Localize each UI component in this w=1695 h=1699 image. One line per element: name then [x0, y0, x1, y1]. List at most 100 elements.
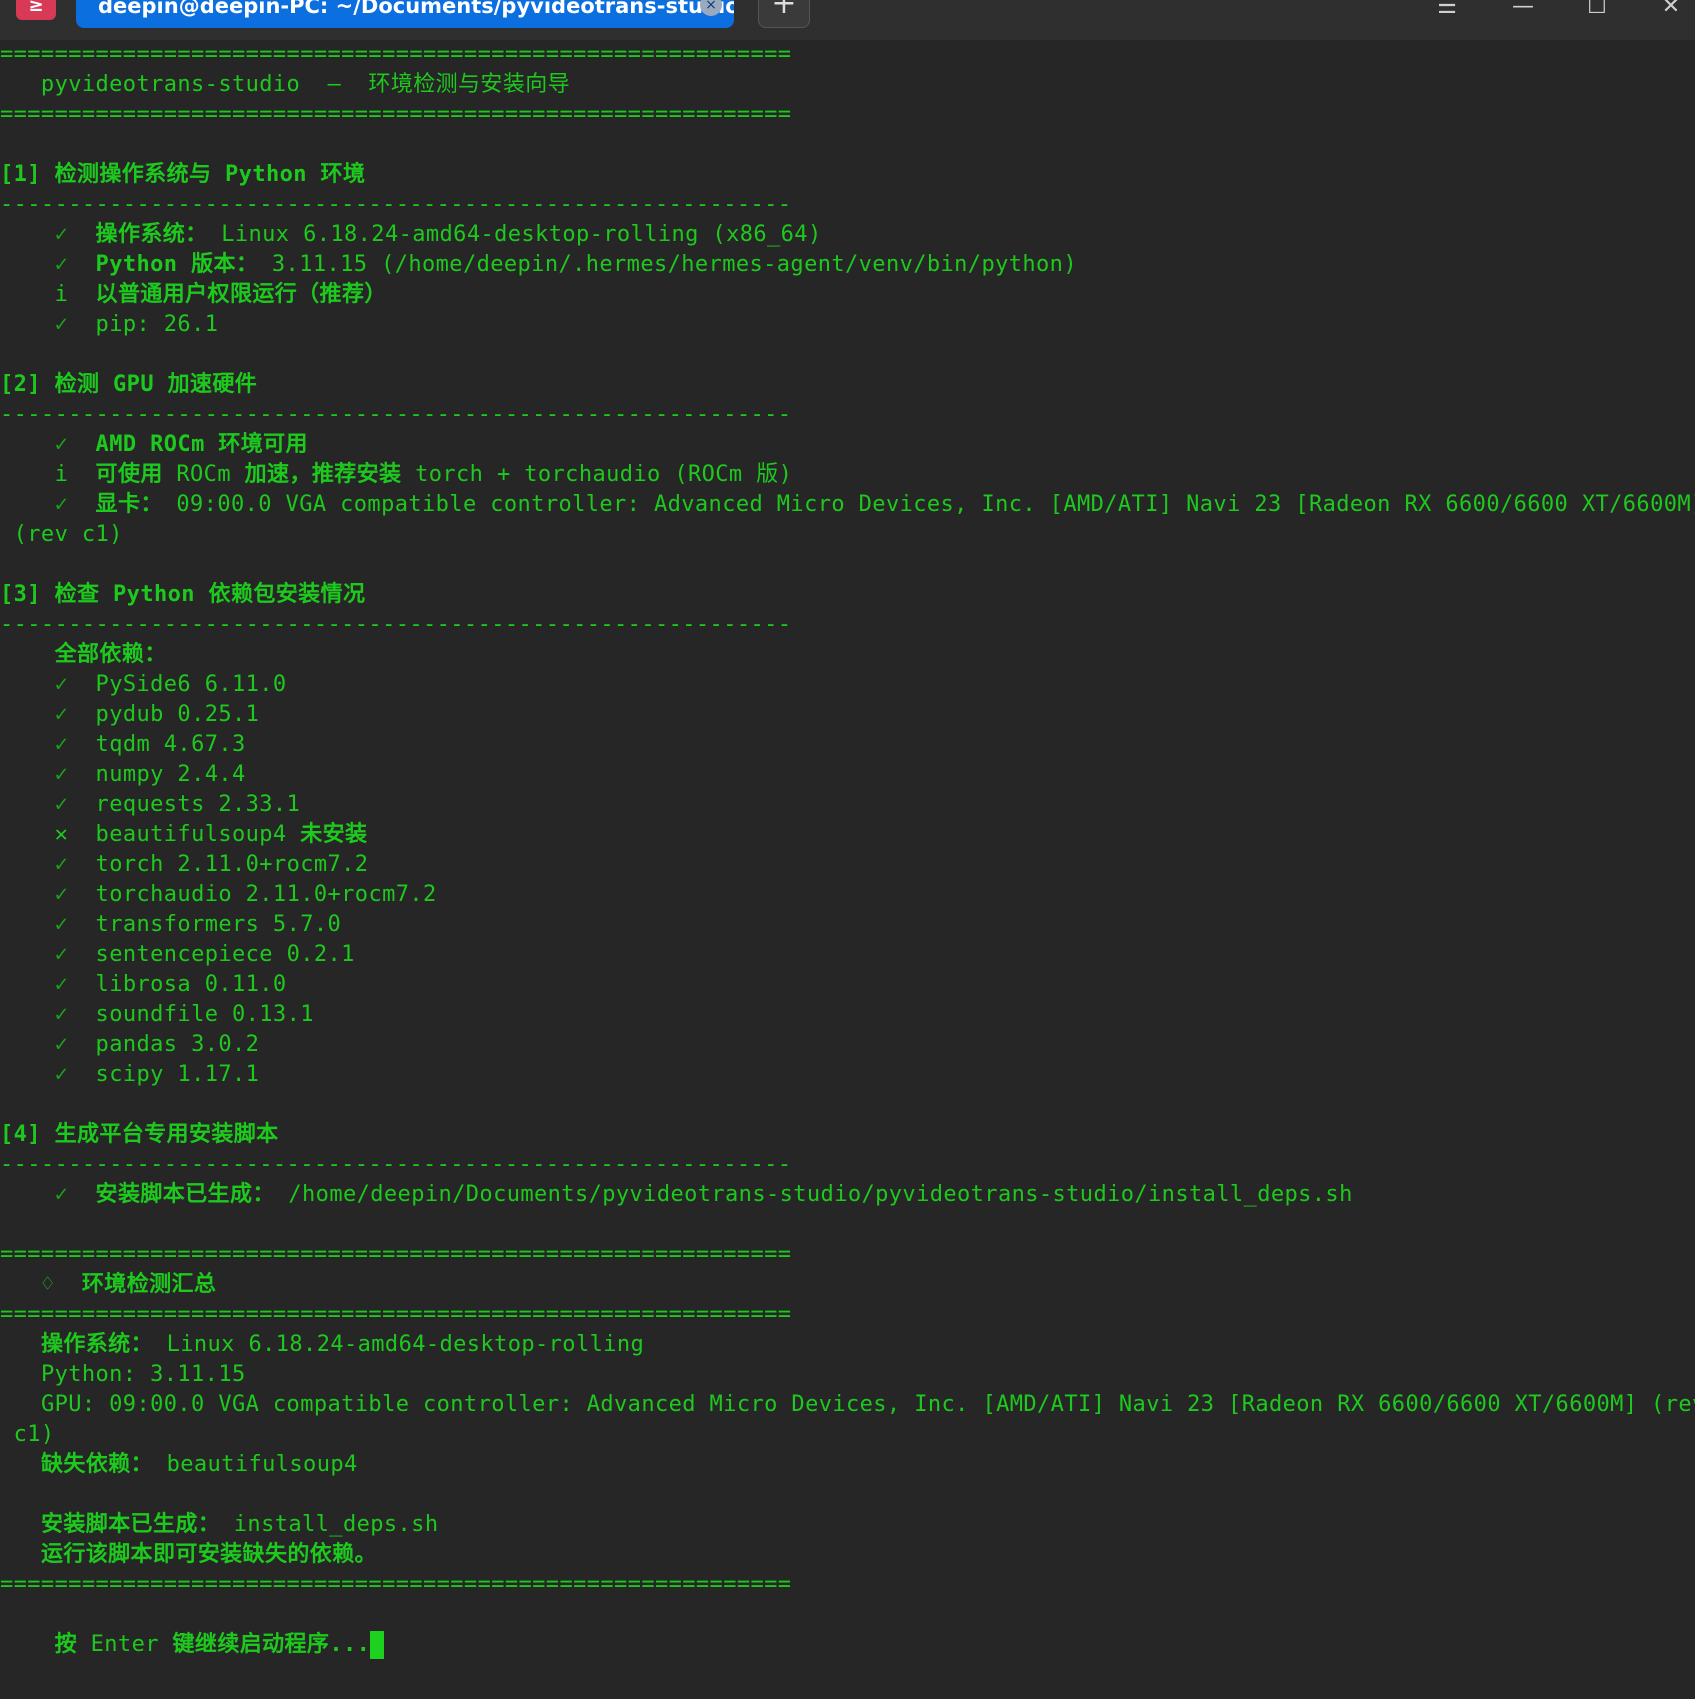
package-item: ✓ scipy 1.17.1 — [0, 1060, 1695, 1090]
rule-line: ----------------------------------------… — [0, 192, 792, 217]
check-icon: ✓ — [54, 972, 69, 997]
section-title-1: [1] 检测操作系统与 Python 环境 — [0, 162, 366, 187]
package-item: ✓ numpy 2.4.4 — [0, 760, 1695, 790]
menu-icon[interactable]: ☰ — [1432, 0, 1462, 22]
text-cursor — [370, 1631, 385, 1659]
package-item: ✓ transformers 5.7.0 — [0, 910, 1695, 940]
package-name: requests 2.33.1 — [95, 792, 301, 817]
gpu-wrap-line: (rev c1) — [0, 522, 123, 547]
rule-line: ========================================… — [0, 1242, 792, 1267]
terminal-app-icon[interactable]: ≥ — [16, 0, 56, 20]
pip-line: ✓ pip: 26.1 — [54, 312, 219, 337]
summary-title: ♢ 环境检测汇总 — [40, 1272, 217, 1297]
package-item: ✓ PySide6 6.11.0 — [0, 670, 1695, 700]
package-item: ✓ pydub 0.25.1 — [0, 700, 1695, 730]
package-item: ✓ librosa 0.11.0 — [0, 970, 1695, 1000]
python-line: ✓ Python 版本： 3.11.15 (/home/deepin/.herm… — [54, 252, 1077, 277]
user-line: i 以普通用户权限运行（推荐） — [54, 282, 387, 307]
cross-icon: ✕ — [54, 822, 69, 847]
check-icon: ✓ — [54, 312, 69, 337]
enter-prompt[interactable]: 按 Enter 键继续启动程序... — [0, 1630, 1695, 1660]
summary-missing: 缺失依赖： beautifulsoup4 — [40, 1452, 358, 1477]
section-title-3: [3] 检查 Python 依赖包安装情况 — [0, 582, 366, 607]
package-item: ✕ beautifulsoup4 未安装 — [0, 820, 1695, 850]
info-icon: i — [54, 462, 69, 487]
package-name: sentencepiece 0.2.1 — [95, 942, 355, 967]
package-item: ✓ torch 2.11.0+rocm7.2 — [0, 850, 1695, 880]
os-line: ✓ 操作系统： Linux 6.18.24-amd64-desktop-roll… — [54, 222, 822, 247]
package-status: 未安装 — [300, 822, 368, 847]
all-deps-label: 全部依赖： — [54, 642, 167, 667]
check-icon: ✓ — [54, 732, 69, 757]
rule-line: ========================================… — [0, 1302, 792, 1327]
check-icon: ✓ — [54, 852, 69, 877]
maximize-icon[interactable]: ☐ — [1582, 0, 1612, 22]
section-title-4: [4] 生成平台专用安装脚本 — [0, 1122, 279, 1147]
info-icon: i — [54, 282, 69, 307]
summary-run: 运行该脚本即可安装缺失的依赖。 — [40, 1542, 377, 1567]
check-icon: ✓ — [54, 252, 69, 277]
rule-line: ----------------------------------------… — [0, 402, 792, 427]
summary-gpu: GPU: 09:00.0 VGA compatible controller: … — [40, 1392, 1695, 1417]
close-icon[interactable]: ✕ — [1656, 0, 1686, 22]
summary-os: 操作系统： Linux 6.18.24-amd64-desktop-rollin… — [40, 1332, 645, 1357]
package-name: pandas 3.0.2 — [95, 1032, 260, 1057]
check-icon: ✓ — [54, 792, 69, 817]
package-name: soundfile 0.13.1 — [95, 1002, 314, 1027]
new-tab-button[interactable]: + — [758, 0, 810, 28]
rule-line: ========================================… — [0, 1572, 792, 1597]
package-item: ✓ soundfile 0.13.1 — [0, 1000, 1695, 1030]
check-icon: ✓ — [54, 882, 69, 907]
rule-line: ========================================… — [0, 102, 792, 127]
rocm-line: ✓ AMD ROCm 环境可用 — [54, 432, 308, 457]
package-item: ✓ pandas 3.0.2 — [0, 1030, 1695, 1060]
tab-title: deepin@deepin-PC: ~/Documents/pyvideotra… — [98, 0, 734, 18]
package-name: PySide6 6.11.0 — [95, 672, 287, 697]
rule-line: ----------------------------------------… — [0, 1152, 792, 1177]
diamond-icon: ♢ — [40, 1272, 55, 1297]
package-name: beautifulsoup4 — [95, 822, 301, 847]
rule-line: ----------------------------------------… — [0, 612, 792, 637]
check-icon: ✓ — [54, 912, 69, 937]
gpu-line: ✓ 显卡： 09:00.0 VGA compatible controller:… — [54, 492, 1695, 517]
package-item: ✓ tqdm 4.67.3 — [0, 730, 1695, 760]
package-name: torchaudio 2.11.0+rocm7.2 — [95, 882, 437, 907]
check-icon: ✓ — [54, 762, 69, 787]
check-icon: ✓ — [54, 1032, 69, 1057]
script-line: ✓ 安装脚本已生成： /home/deepin/Documents/pyvide… — [54, 1182, 1353, 1207]
package-name: pydub 0.25.1 — [95, 702, 260, 727]
check-icon: ✓ — [54, 222, 69, 247]
package-list: ✓ PySide6 6.11.0 ✓ pydub 0.25.1 ✓ tqdm 4… — [0, 670, 1695, 1090]
terminal-tab[interactable]: deepin@deepin-PC: ~/Documents/pyvideotra… — [76, 0, 734, 28]
minimize-icon[interactable]: — — [1508, 0, 1538, 22]
package-name: tqdm 4.67.3 — [95, 732, 246, 757]
check-icon: ✓ — [54, 1182, 69, 1207]
package-name: numpy 2.4.4 — [95, 762, 246, 787]
package-name: scipy 1.17.1 — [95, 1062, 260, 1087]
section-title-2: [2] 检测 GPU 加速硬件 — [0, 372, 258, 397]
check-icon: ✓ — [54, 672, 69, 697]
package-item: ✓ sentencepiece 0.2.1 — [0, 940, 1695, 970]
summary-python: Python: 3.11.15 — [40, 1362, 246, 1387]
check-icon: ✓ — [54, 942, 69, 967]
check-icon: ✓ — [54, 1002, 69, 1027]
check-icon: ✓ — [54, 432, 69, 457]
summary-script: 安装脚本已生成： install_deps.sh — [40, 1512, 439, 1537]
package-item: ✓ torchaudio 2.11.0+rocm7.2 — [0, 880, 1695, 910]
package-name: torch 2.11.0+rocm7.2 — [95, 852, 369, 877]
terminal-output[interactable]: ========================================… — [0, 40, 1695, 1660]
package-name: librosa 0.11.0 — [95, 972, 287, 997]
summary-gpu-wrap: c1) — [0, 1422, 55, 1447]
check-icon: ✓ — [54, 702, 69, 727]
recommend-line: i 可使用 ROCm 加速，推荐安装 torch + torchaudio (R… — [54, 462, 793, 487]
check-icon: ✓ — [54, 1062, 69, 1087]
rule-line: ========================================… — [0, 42, 792, 67]
package-item: ✓ requests 2.33.1 — [0, 790, 1695, 820]
